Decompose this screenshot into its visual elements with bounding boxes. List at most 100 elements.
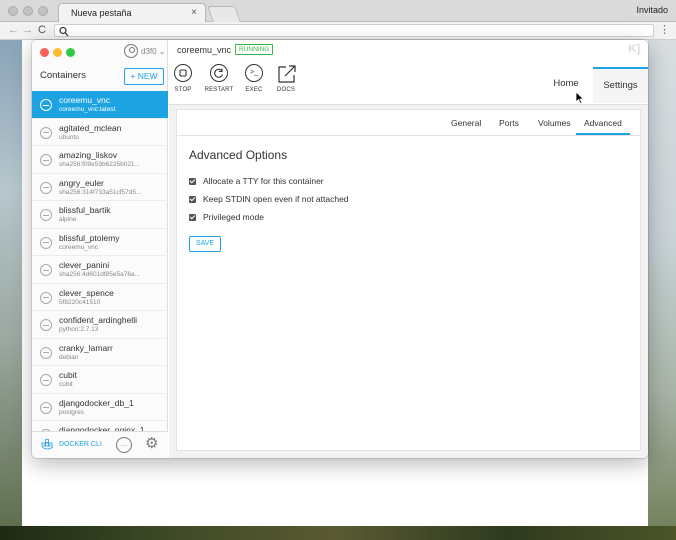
settings-subtabs: General Ports Volumes Advanced (177, 110, 642, 136)
container-status-icon (40, 99, 52, 111)
container-image: postgres (59, 408, 84, 416)
tab-advanced[interactable]: Advanced (576, 118, 630, 135)
container-image: 5f8220c41510 (59, 298, 101, 306)
browser-zoom-dot[interactable] (38, 6, 48, 16)
container-name: cranky_lamarr (59, 342, 113, 353)
container-name: angry_euler (59, 177, 104, 188)
container-list-item[interactable]: blissful_bartik alpine (32, 201, 168, 229)
container-image: cubit (59, 381, 73, 388)
docs-icon (277, 64, 296, 83)
desktop-wallpaper-right (648, 40, 676, 540)
browser-viewport-blank (22, 460, 648, 526)
chat-icon[interactable]: … (116, 437, 132, 453)
browser-tab-title: Nueva pestaña (71, 8, 132, 18)
forward-icon[interactable]: → (22, 24, 33, 36)
browser-tab-bar: Nueva pestaña × Invitado (0, 0, 676, 22)
privileged-option[interactable]: Privileged mode (189, 212, 264, 222)
settings-panel: General Ports Volumes Advanced Advanced … (176, 109, 642, 451)
container-name: confident_ardinghelli (59, 315, 137, 325)
container-status-icon (40, 236, 52, 249)
container-name: clever_spence (59, 287, 114, 298)
desktop-wallpaper-bottom (0, 526, 676, 540)
kitematic-window: d3f0 ⌄ Containers + NEW coreemu_vnc coree… (32, 40, 648, 458)
browser-minimize-dot[interactable] (23, 6, 33, 16)
user-icon (124, 44, 138, 58)
tab-general[interactable]: General (451, 118, 481, 128)
container-list-item[interactable]: angry_euler sha256:314f733a51cf57d5... (32, 174, 168, 201)
container-list-item[interactable]: clever_panini sha256:4d601df85e5a76a... (32, 256, 168, 284)
new-container-button[interactable]: + NEW (124, 68, 164, 85)
window-minimize-button[interactable] (53, 48, 62, 57)
container-name: agitated_mclean (59, 122, 122, 133)
container-title: coreemu_vnc (177, 45, 232, 55)
container-image: ubuntu (59, 133, 79, 141)
restart-button[interactable]: RESTART (203, 64, 235, 93)
back-icon[interactable]: ← (8, 24, 19, 36)
address-bar[interactable] (54, 24, 654, 37)
container-status-icon (40, 346, 52, 359)
docs-button[interactable]: DOCS (273, 64, 299, 93)
tty-option[interactable]: Allocate a TTY for this container (189, 176, 324, 186)
stop-icon (174, 64, 192, 82)
desktop-wallpaper-left (0, 40, 22, 540)
container-name: blissful_ptolemy (59, 232, 120, 243)
stdin-checkbox[interactable] (189, 195, 196, 203)
docker-cli-button[interactable]: DOCKER CLI (59, 441, 102, 448)
exec-button[interactable]: >_ EXEC (241, 64, 267, 93)
reload-icon[interactable]: C (38, 24, 46, 36)
close-icon[interactable]: × (191, 7, 197, 18)
window-close-button[interactable] (40, 48, 49, 57)
container-list: coreemu_vnc coreemu_vnc:latest agitated_mc… (32, 91, 168, 431)
profile-label[interactable]: Invitado (636, 5, 668, 15)
exec-label: EXEC (245, 87, 263, 93)
container-list-item[interactable]: confident_ardinghelli python:2.7.13 (32, 311, 168, 339)
container-list-item[interactable]: cranky_lamarr debian (32, 339, 168, 366)
container-status-icon (40, 181, 52, 194)
container-name: djangodocker_db_1 (59, 397, 134, 408)
stdin-option[interactable]: Keep STDIN open even if not attached (189, 194, 349, 204)
gear-icon[interactable]: ⚙ (145, 434, 158, 452)
container-list-item[interactable]: djangodocker_nginx_1 (32, 421, 168, 431)
tab-settings[interactable]: Settings (593, 67, 648, 103)
container-list-item[interactable]: cubit cubit (32, 366, 168, 394)
browser-menu-icon[interactable]: ⋮ (659, 23, 670, 36)
container-status-icon (40, 126, 52, 139)
container-list-item[interactable]: clever_spence 5f8220c41510 (32, 284, 168, 311)
container-status-icon (40, 374, 52, 386)
top-tabs: Home Settings (540, 67, 648, 103)
browser-tab[interactable]: Nueva pestaña × (58, 3, 206, 22)
container-name: amazing_liskov (59, 150, 118, 160)
privileged-checkbox[interactable] (189, 213, 196, 221)
container-name: cubit (59, 370, 77, 380)
search-icon (59, 26, 69, 37)
account-name: d3f0 ⌄ (141, 46, 166, 56)
container-image: coreemu_vnc:latest (59, 106, 116, 113)
stop-button[interactable]: STOP (171, 64, 195, 93)
tty-checkbox[interactable] (189, 177, 196, 185)
container-status-icon (40, 319, 52, 331)
container-list-item[interactable]: agitated_mclean ubuntu (32, 119, 168, 146)
container-status-icon (40, 154, 52, 166)
save-button[interactable]: SAVE (189, 236, 221, 252)
container-list-item[interactable]: djangodocker_db_1 postgres (32, 394, 168, 421)
tab-volumes[interactable]: Volumes (538, 118, 571, 128)
container-image: sha256:314f733a51cf57d5... (59, 188, 142, 196)
sidebar-footer: DOCKER CLI … ⚙ (32, 431, 168, 458)
docker-cli-icon[interactable] (41, 438, 55, 452)
new-tab-button[interactable] (207, 6, 241, 22)
window-zoom-button[interactable] (66, 48, 75, 57)
container-list-item[interactable]: blissful_ptolemy coreemu_vnc (32, 229, 168, 256)
account-menu[interactable]: d3f0 ⌄ (124, 44, 166, 58)
browser-close-dot[interactable] (8, 6, 18, 16)
container-status-icon (40, 209, 52, 221)
container-list-item[interactable]: amazing_liskov sha256:f09e59b6225b021... (32, 146, 168, 174)
container-status-icon (40, 291, 52, 304)
tab-ports[interactable]: Ports (499, 118, 519, 128)
exec-icon: >_ (245, 64, 263, 82)
settings-content: General Ports Volumes Advanced Advanced … (169, 104, 648, 458)
container-name: blissful_bartik (59, 205, 111, 215)
container-image: debian (59, 353, 79, 361)
container-name: coreemu_vnc (59, 95, 111, 105)
container-list-item[interactable]: coreemu_vnc coreemu_vnc:latest (32, 91, 168, 119)
stop-label: STOP (174, 87, 192, 93)
